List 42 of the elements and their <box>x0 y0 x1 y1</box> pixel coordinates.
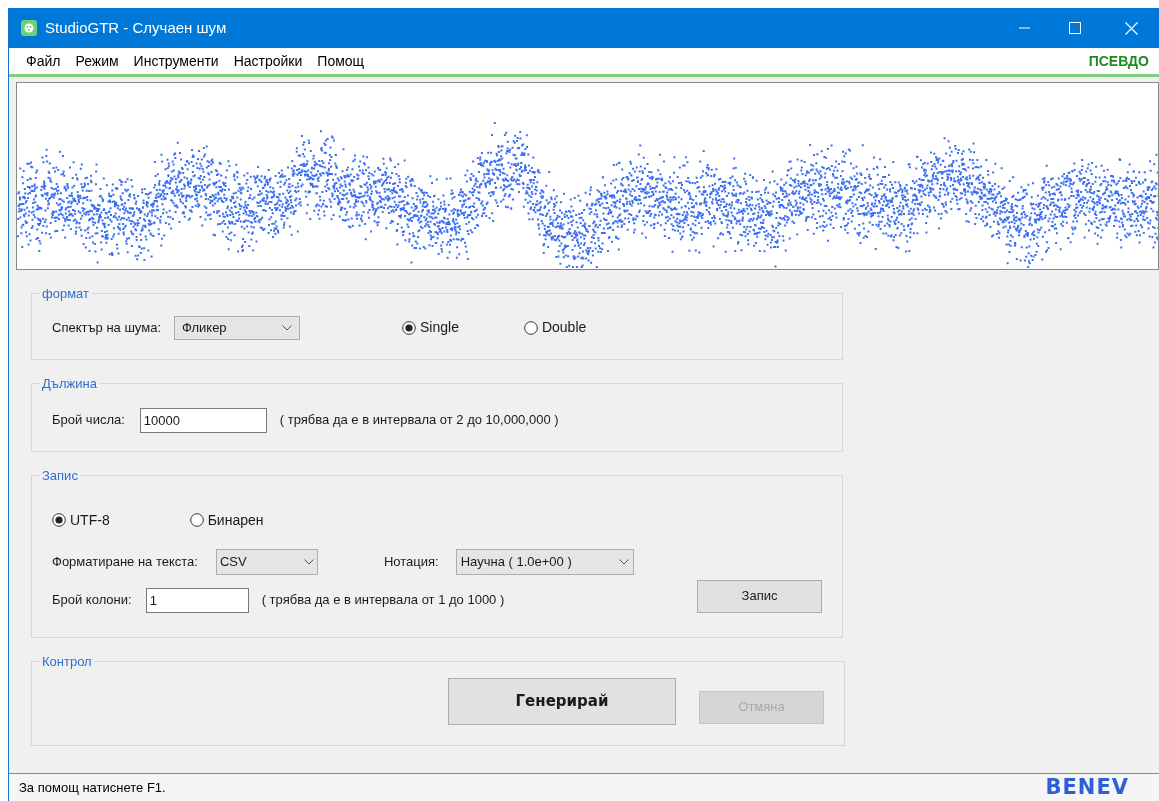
input-field[interactable]: 10000 <box>139 407 267 433</box>
save-button[interactable]: Запис <box>697 579 822 613</box>
radio-button[interactable]: UTF-8 <box>52 509 110 531</box>
maximize-icon <box>1069 22 1081 34</box>
caret-icon <box>618 558 629 565</box>
menu-item[interactable]: Инструменти <box>127 50 225 72</box>
input-field[interactable]: 1 <box>145 587 249 613</box>
group-title: формат <box>41 285 90 303</box>
menu-item[interactable]: Настройки <box>227 50 309 72</box>
field-label: Спектър на шума: <box>52 318 161 337</box>
radio-button[interactable]: Бинарен <box>189 509 264 531</box>
status-text: За помощ натиснете F1. <box>19 778 166 797</box>
logo: BENEV <box>1045 773 1129 801</box>
radio-icon <box>523 320 538 335</box>
minimize-icon <box>1018 27 1030 29</box>
radio-icon <box>402 320 416 335</box>
close-icon <box>1124 21 1138 35</box>
app-icon <box>21 20 37 36</box>
group-title: Дължина <box>41 375 98 393</box>
radio-icon <box>52 513 66 527</box>
hint-text: ( трябва да е в интервала от 1 до 1000 ) <box>261 591 505 610</box>
dropdown[interactable]: Фликер <box>174 315 300 340</box>
dropdown[interactable]: CSV <box>215 548 318 575</box>
field-label: Брой колони: <box>52 591 132 610</box>
menu-item[interactable]: Файл <box>20 50 67 72</box>
window-title: StudioGTR - Случаен шум <box>45 17 227 38</box>
dropdown[interactable]: Научна ( 1.0e+00 ) <box>455 548 634 575</box>
group-title: Запис <box>41 467 79 485</box>
field-label: Нотация: <box>383 552 439 571</box>
mode-label: ПСЕВДО <box>1088 51 1149 71</box>
radio-button[interactable]: Double <box>523 317 587 338</box>
radio-button[interactable]: Single <box>402 317 459 338</box>
hint-text: ( трябва да е в интервала от 2 до 10,000,000 ) <box>279 411 559 430</box>
menu-item[interactable]: Помощ <box>311 50 371 72</box>
group-title: Контрол <box>41 653 93 671</box>
generate-button[interactable]: Генерирай <box>448 677 676 725</box>
radio-icon <box>189 513 204 527</box>
field-label: Форматиране на текста: <box>52 552 198 571</box>
menu-item[interactable]: Режим <box>69 50 125 72</box>
caret-icon <box>282 324 292 331</box>
caret-icon <box>303 558 314 565</box>
field-label: Брой числа: <box>52 411 125 430</box>
